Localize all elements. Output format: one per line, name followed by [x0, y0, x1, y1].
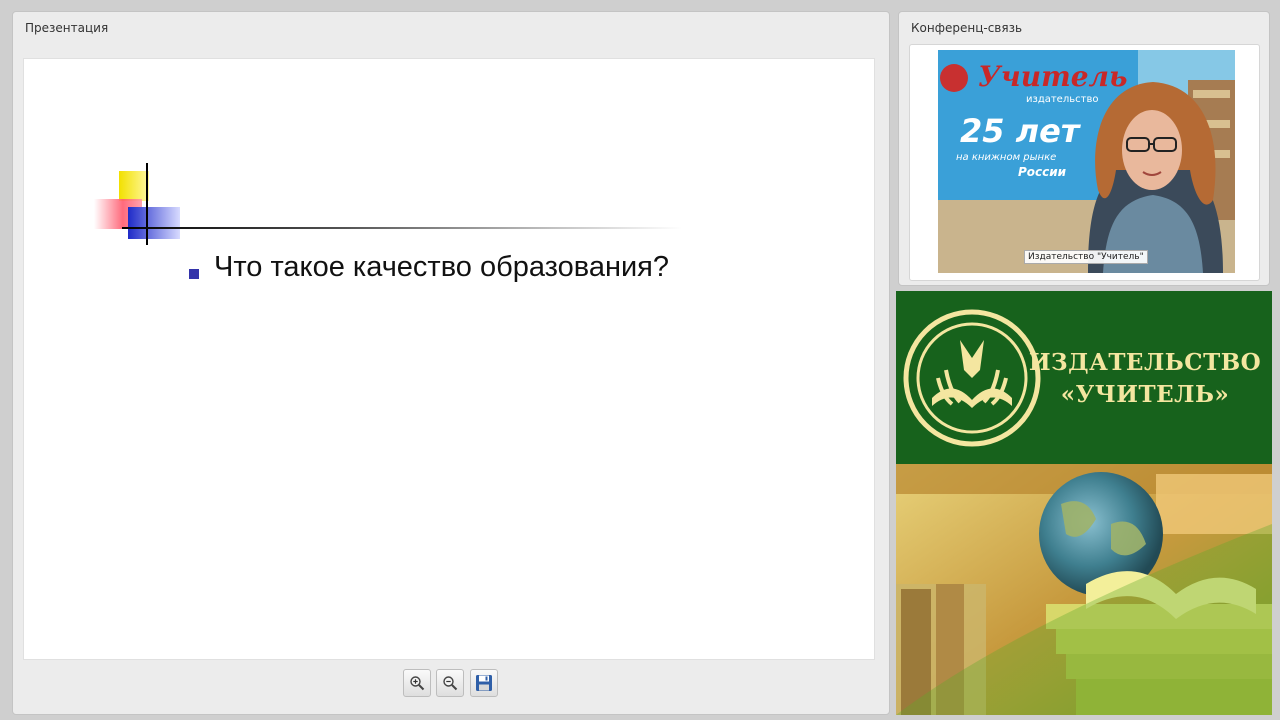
- banner-name-line1: ИЗДАТЕЛЬСТВО: [1028, 349, 1262, 376]
- slide: Что такое качество образования?: [23, 58, 875, 660]
- video-feed[interactable]: Учитель издательство 25 лет на книжном р…: [909, 44, 1260, 281]
- zoom-in-button[interactable]: [403, 669, 431, 697]
- participant-name-label: Издательство "Учитель": [1024, 250, 1148, 264]
- publisher-logo-icon: [903, 309, 1041, 447]
- zoom-in-icon: [410, 676, 425, 691]
- sign-years: 25 лет: [960, 112, 1082, 150]
- conference-panel: Конференц-связь Учитель издательство 25 …: [898, 11, 1270, 286]
- save-button[interactable]: [470, 669, 498, 697]
- sign-title: Учитель: [978, 60, 1128, 93]
- presentation-panel-title: Презентация: [25, 21, 109, 35]
- save-icon: [476, 675, 492, 691]
- presentation-panel: Презентация Что такое качество образован…: [12, 11, 890, 715]
- zoom-out-icon: [443, 676, 458, 691]
- sign-subtitle: издательство: [1026, 94, 1098, 105]
- banner-name-line2: «УЧИТЕЛЬ»: [1060, 381, 1230, 408]
- banner-header: ИЗДАТЕЛЬСТВО «УЧИТЕЛЬ»: [896, 291, 1272, 464]
- slide-decoration: [94, 163, 180, 245]
- books-globe-image: [896, 464, 1272, 715]
- conference-panel-title: Конференц-связь: [911, 21, 1023, 35]
- publisher-banner: ИЗДАТЕЛЬСТВО «УЧИТЕЛЬ»: [896, 291, 1272, 715]
- slide-rule: [122, 227, 682, 229]
- sign-line4: России: [1018, 165, 1067, 179]
- zoom-out-button[interactable]: [436, 669, 464, 697]
- sign-line3: на книжном рынке: [956, 152, 1056, 163]
- bullet-marker: [189, 269, 199, 279]
- webcam-image: Учитель издательство 25 лет на книжном р…: [938, 50, 1235, 273]
- slide-bullet-text: Что такое качество образования?: [214, 251, 670, 283]
